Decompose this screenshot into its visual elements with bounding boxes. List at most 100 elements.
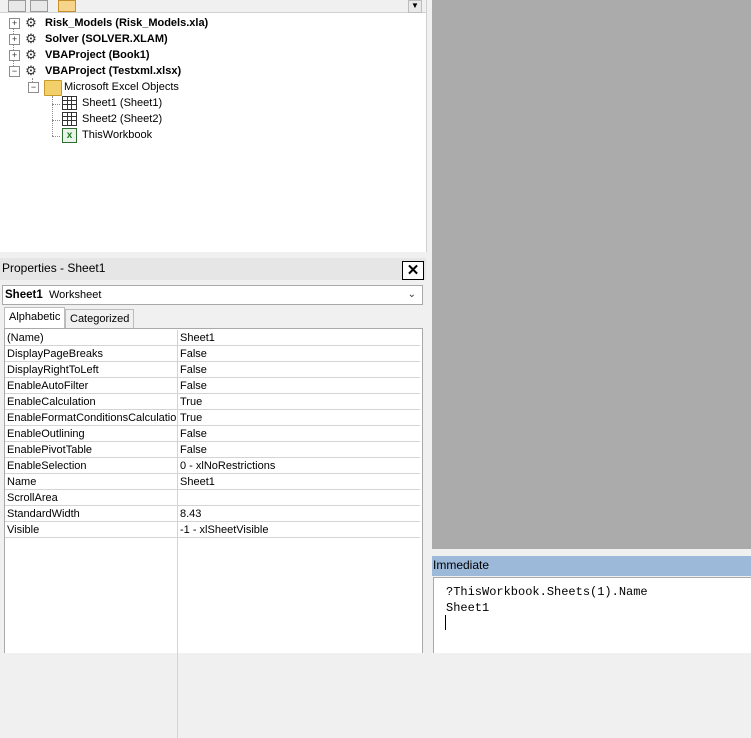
property-name: StandardWidth (7, 508, 80, 520)
property-row[interactable]: EnablePivotTable False (5, 442, 420, 458)
properties-title-bar: Properties - Sheet1 (0, 258, 426, 280)
close-icon[interactable]: ✕ (402, 261, 424, 280)
expand-plus-icon[interactable]: + (9, 18, 20, 29)
property-row[interactable]: EnableCalculation True (5, 394, 420, 410)
project-toolbar: ▼ (0, 0, 426, 13)
column-divider (177, 474, 178, 489)
property-row[interactable]: ScrollArea (5, 490, 420, 506)
tree-item-risk-models[interactable]: + ⚙ Risk_Models (Risk_Models.xla) (0, 15, 300, 31)
property-value[interactable]: True (180, 394, 202, 410)
property-name: EnableAutoFilter (7, 380, 89, 392)
expand-plus-icon[interactable]: + (9, 50, 20, 61)
immediate-line: Sheet1 (446, 601, 490, 615)
tab-categorized[interactable]: Categorized (65, 309, 135, 328)
property-row[interactable]: Name Sheet1 (5, 474, 420, 490)
immediate-title-bar: Immediate (432, 556, 751, 576)
collapse-minus-icon[interactable]: − (9, 66, 20, 77)
folder-icon (44, 80, 62, 96)
column-divider (177, 330, 178, 345)
property-name: EnableSelection (7, 460, 87, 472)
property-row[interactable]: EnableSelection 0 - xlNoRestrictions (5, 458, 420, 474)
chevron-down-icon[interactable]: ⌄ (408, 286, 416, 304)
property-row[interactable]: StandardWidth 8.43 (5, 506, 420, 522)
expand-plus-icon[interactable]: + (9, 34, 20, 45)
property-row[interactable]: EnableAutoFilter False (5, 378, 420, 394)
property-name: Name (7, 476, 37, 488)
immediate-title: Immediate (433, 558, 490, 572)
property-name: EnableCalculation (7, 396, 96, 408)
text-caret (445, 615, 446, 630)
property-name: EnableFormatConditionsCalculation (7, 412, 177, 424)
column-divider (177, 506, 178, 521)
object-name: Sheet1 (5, 289, 43, 301)
column-divider (177, 426, 178, 441)
code-window-area[interactable] (432, 0, 751, 549)
project-icon: ⚙ (25, 47, 37, 62)
workbook-icon: x (62, 128, 77, 143)
tree-item-sheet1[interactable]: Sheet1 (Sheet1) (0, 95, 300, 111)
column-divider (177, 490, 178, 505)
tab-alphabetic[interactable]: Alphabetic (4, 307, 66, 328)
view-object-button[interactable] (30, 0, 48, 12)
property-row[interactable]: EnableFormatConditionsCalculation True (5, 410, 420, 426)
properties-title: Properties - Sheet1 (2, 261, 106, 275)
immediate-window[interactable]: ?ThisWorkbook.Sheets(1).Name Sheet1 (433, 577, 751, 653)
property-row[interactable]: Visible -1 - xlSheetVisible (5, 522, 420, 538)
tree-item-sheet2[interactable]: Sheet2 (Sheet2) (0, 111, 300, 127)
view-code-button[interactable] (8, 0, 26, 12)
properties-grid[interactable]: (Name) Sheet1 DisplayPageBreaks False Displa… (4, 328, 423, 738)
tree-item-label: Solver (SOLVER.XLAM) (45, 33, 168, 45)
property-row[interactable]: DisplayPageBreaks False (5, 346, 420, 362)
property-row[interactable]: DisplayRightToLeft False (5, 362, 420, 378)
sheet-icon (62, 96, 77, 110)
property-value[interactable]: False (180, 426, 207, 442)
property-name: DisplayPageBreaks (7, 348, 103, 360)
property-name: (Name) (7, 332, 44, 344)
object-selector[interactable]: Sheet1 Worksheet ⌄ (2, 285, 423, 305)
property-value[interactable]: False (180, 442, 207, 458)
tree-item-label: VBAProject (Testxml.xlsx) (45, 65, 182, 77)
object-type: Worksheet (49, 289, 102, 301)
property-name: DisplayRightToLeft (7, 364, 99, 376)
tree-item-label: Risk_Models (Risk_Models.xla) (45, 17, 209, 29)
property-row[interactable]: EnableOutlining False (5, 426, 420, 442)
tree-item-vbaproject-book1[interactable]: + ⚙ VBAProject (Book1) (0, 47, 300, 63)
column-divider (177, 442, 178, 457)
tree-item-solver[interactable]: + ⚙ Solver (SOLVER.XLAM) (0, 31, 300, 47)
property-row[interactable]: (Name) Sheet1 (5, 330, 420, 346)
project-explorer[interactable]: ▼ + ⚙ Risk_Models (Risk_Models.xla) + ⚙ … (0, 0, 427, 252)
property-value[interactable]: False (180, 362, 207, 378)
property-value[interactable]: False (180, 346, 207, 362)
collapse-minus-icon[interactable]: − (28, 82, 39, 93)
property-value[interactable]: True (180, 410, 202, 426)
tree-item-label: Microsoft Excel Objects (64, 81, 179, 93)
property-value[interactable]: Sheet1 (180, 474, 215, 490)
project-icon: ⚙ (25, 63, 37, 78)
tree-item-thisworkbook[interactable]: x ThisWorkbook (0, 127, 300, 143)
property-name: EnablePivotTable (7, 444, 93, 456)
property-name: EnableOutlining (7, 428, 85, 440)
scroll-down-icon[interactable]: ▼ (408, 0, 422, 13)
column-divider (177, 458, 178, 473)
property-value[interactable]: 0 - xlNoRestrictions (180, 458, 275, 474)
tree-item-label: Sheet2 (Sheet2) (82, 113, 163, 125)
property-name: Visible (7, 524, 40, 536)
toggle-folders-button[interactable] (58, 0, 76, 12)
column-divider (177, 346, 178, 361)
property-value[interactable]: False (180, 378, 207, 394)
column-divider (177, 394, 178, 409)
property-value[interactable]: -1 - xlSheetVisible (180, 522, 268, 538)
tree-item-label: ThisWorkbook (82, 129, 153, 141)
property-name: ScrollArea (7, 492, 58, 504)
tree-item-excel-objects[interactable]: − Microsoft Excel Objects (0, 79, 300, 96)
property-value[interactable]: 8.43 (180, 506, 201, 522)
tree-item-vbaproject-testxml[interactable]: − ⚙ VBAProject (Testxml.xlsx) (0, 63, 300, 79)
column-divider (177, 362, 178, 377)
project-icon: ⚙ (25, 15, 37, 30)
tree-item-label: Sheet1 (Sheet1) (82, 97, 163, 109)
sheet-icon (62, 112, 77, 126)
project-icon: ⚙ (25, 31, 37, 46)
property-value[interactable]: Sheet1 (180, 330, 215, 346)
column-divider (177, 538, 178, 738)
tree-item-label: VBAProject (Book1) (45, 49, 150, 61)
